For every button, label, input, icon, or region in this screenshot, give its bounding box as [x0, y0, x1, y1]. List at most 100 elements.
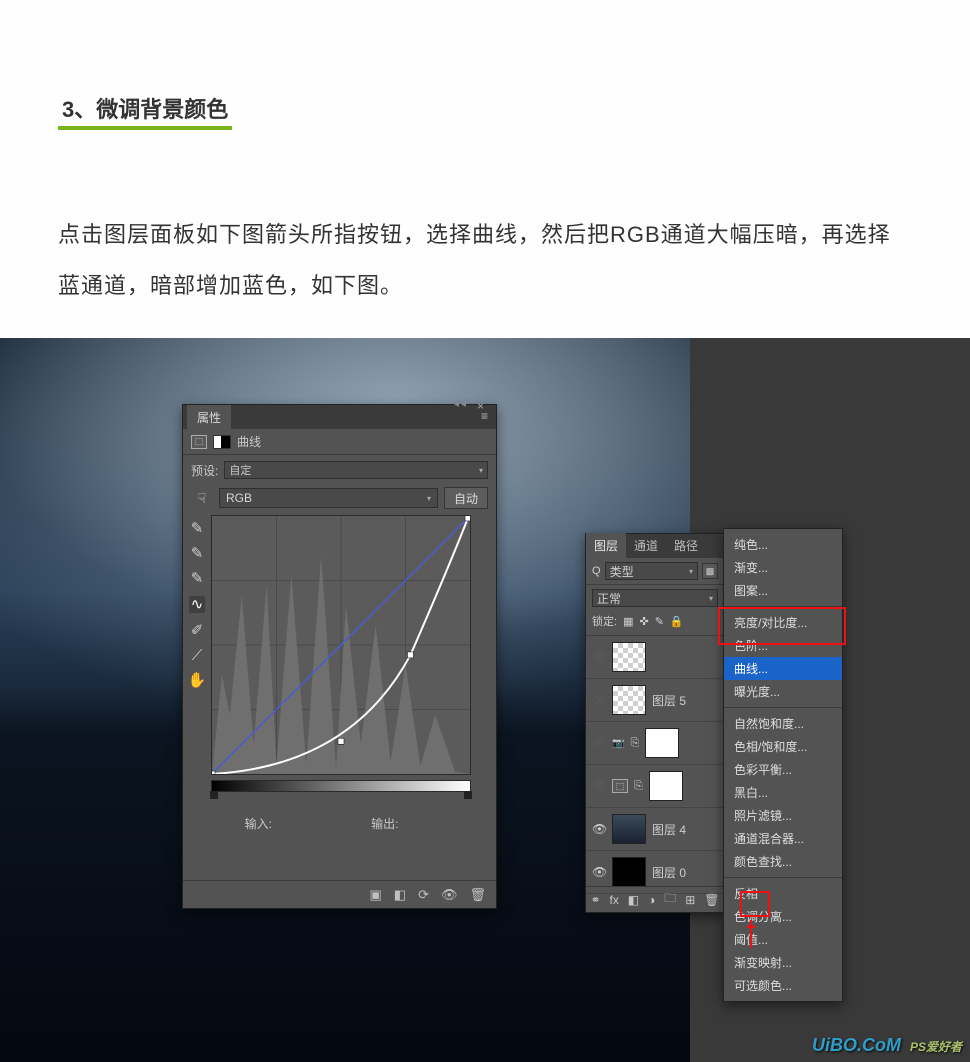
channel-select[interactable]: RGB ▾ — [219, 488, 438, 508]
menu-item[interactable]: 色阶... — [724, 634, 842, 657]
tab-paths[interactable]: 路径 — [666, 533, 706, 558]
adjustment-layer-menu: 纯色... 渐变... 图案... 亮度/对比度... 色阶... 曲线... … — [723, 528, 843, 1002]
layer-row[interactable]: 👁 — [586, 636, 724, 679]
curve-point-tool-icon[interactable]: ∿ — [189, 596, 206, 613]
watermark-sub: PS爱好者 — [910, 1040, 962, 1054]
auto-button[interactable]: 自动 — [444, 487, 488, 509]
visibility-eye-icon[interactable]: 👁 — [592, 736, 606, 750]
menu-item[interactable]: 曝光度... — [724, 680, 842, 703]
fx-icon[interactable]: fx — [609, 893, 618, 907]
filter-pixel-icon[interactable]: ▩ — [702, 563, 718, 579]
add-mask-icon[interactable]: ◧ — [628, 893, 639, 907]
new-adjustment-layer-icon[interactable]: ◑ — [648, 893, 655, 907]
visibility-eye-icon[interactable]: 👁 — [441, 887, 458, 903]
menu-item[interactable]: 色彩平衡... — [724, 758, 842, 781]
tutorial-screenshot: ◂◂ × 属性 ≡ ⬚ 曲线 预设: 自定 ▾ ☟ RGB ▾ 自动 — [0, 338, 970, 1062]
properties-footer: ▣ ◧ ⟳ 👁 🗑 — [183, 880, 496, 908]
targeted-adjust-icon[interactable]: ☟ — [191, 488, 213, 508]
menu-item[interactable]: 渐变... — [724, 556, 842, 579]
clip-to-layer-icon[interactable]: ▣ — [369, 887, 381, 903]
layer-row[interactable]: 👁 📷 ⎘ — [586, 722, 724, 765]
mask-thumb — [649, 771, 683, 801]
menu-item[interactable]: 色相/饱和度... — [724, 735, 842, 758]
menu-item[interactable]: 图案... — [724, 579, 842, 602]
menu-item[interactable]: 黑白... — [724, 781, 842, 804]
channel-value: RGB — [226, 491, 252, 505]
output-label: 输出: — [371, 817, 398, 831]
link-icon: ⎘ — [634, 780, 643, 793]
eyedropper-gray-icon[interactable]: ✎ — [191, 546, 204, 561]
layers-footer: ⚭ fx ◧ ◑ 🗀 ⊞ 🗑 — [586, 886, 724, 912]
tab-channels[interactable]: 通道 — [626, 533, 666, 558]
menu-item[interactable]: 色调分离... — [724, 905, 842, 928]
adjustment-type-row: ⬚ 曲线 — [183, 429, 496, 455]
lock-brush-icon[interactable]: ✎ — [655, 615, 664, 628]
trash-icon[interactable]: 🗑 — [704, 893, 719, 907]
lock-label: 锁定: — [592, 613, 617, 629]
trash-icon[interactable]: 🗑 — [469, 887, 486, 903]
lock-all-icon[interactable]: 🔒 — [670, 615, 684, 628]
blend-mode-select[interactable]: 正常 ▾ — [592, 589, 718, 607]
curves-tool-column: ✎ ✎ ✎ ∿ ✐ ⟋ ✋ — [183, 515, 211, 805]
menu-item[interactable]: 纯色... — [724, 533, 842, 556]
layer-filter-select[interactable]: 类型 ▾ — [605, 562, 698, 580]
mask-thumb-icon[interactable] — [213, 435, 231, 449]
watermark: UiBO.CoM PS爱好者 — [812, 1035, 962, 1056]
link-icon: ⎘ — [630, 737, 639, 750]
menu-item[interactable]: 亮度/对比度... — [724, 611, 842, 634]
layer-row[interactable]: 👁 图层 5 — [586, 679, 724, 722]
new-group-icon[interactable]: 🗀 — [664, 889, 676, 910]
menu-item[interactable]: 自然饱和度... — [724, 712, 842, 735]
panel-grip-icon[interactable]: ◂◂ — [454, 399, 468, 410]
menu-item[interactable]: 可选颜色... — [724, 974, 842, 997]
levels-adj-icon: ⬚ — [612, 779, 628, 793]
hand-tool-icon[interactable]: ✋ — [188, 673, 207, 688]
step-body-text: 点击图层面板如下图箭头所指按钮，选择曲线，然后把RGB通道大幅压暗，再选择蓝通道… — [58, 210, 912, 311]
reset-icon[interactable]: ⟳ — [418, 887, 429, 903]
lock-pixels-icon[interactable]: ▦ — [623, 615, 633, 628]
properties-panel: ◂◂ × 属性 ≡ ⬚ 曲线 预设: 自定 ▾ ☟ RGB ▾ 自动 — [182, 404, 497, 909]
lock-position-icon[interactable]: ✜ — [639, 615, 648, 628]
menu-item[interactable]: 阈值... — [724, 928, 842, 951]
input-gradient-strip[interactable] — [211, 780, 471, 792]
layer-row[interactable]: 👁 ⬚ ⎘ — [586, 765, 724, 808]
white-point-slider[interactable] — [464, 791, 472, 799]
menu-item[interactable]: 照片滤镜... — [724, 804, 842, 827]
menu-item[interactable]: 渐变映射... — [724, 951, 842, 974]
visibility-eye-icon[interactable]: 👁 — [592, 822, 606, 836]
curves-adjustment-icon: ⬚ — [191, 435, 207, 449]
preset-value: 自定 — [229, 462, 251, 478]
new-layer-icon[interactable]: ⊞ — [685, 893, 695, 907]
tab-layers[interactable]: 图层 — [586, 533, 626, 558]
layer-name: 图层 0 — [652, 864, 686, 881]
pencil-tool-icon[interactable]: ✐ — [191, 623, 204, 638]
panel-tabbar: ◂◂ × 属性 ≡ — [183, 405, 496, 429]
layers-panel: 图层 通道 路径 Q 类型 ▾ ▩ 正常 ▾ 锁定: ▦ ✜ ✎ 🔒 — [585, 533, 725, 913]
tab-properties[interactable]: 属性 — [187, 405, 231, 430]
black-point-slider[interactable] — [210, 791, 218, 799]
toggle-visibility-icon[interactable]: ◧ — [394, 887, 406, 903]
adjustment-name: 曲线 — [237, 433, 261, 450]
preset-select[interactable]: 自定 ▾ — [224, 461, 488, 479]
filter-type-label: 类型 — [610, 563, 634, 580]
menu-item[interactable]: 颜色查找... — [724, 850, 842, 873]
eyedropper-black-icon[interactable]: ✎ — [191, 521, 204, 536]
curves-graph[interactable] — [211, 515, 471, 775]
visibility-eye-icon[interactable]: 👁 — [592, 693, 606, 707]
menu-item[interactable]: 通道混合器... — [724, 827, 842, 850]
visibility-eye-icon[interactable]: 👁 — [592, 650, 606, 664]
link-layers-icon[interactable]: ⚭ — [590, 893, 600, 907]
smooth-tool-icon[interactable]: ⟋ — [192, 648, 203, 663]
visibility-eye-icon[interactable]: 👁 — [592, 779, 606, 793]
menu-item-curves[interactable]: 曲线... — [724, 657, 842, 680]
layer-thumb — [612, 642, 646, 672]
preset-label: 预设: — [191, 462, 218, 479]
blend-mode-value: 正常 — [597, 590, 621, 607]
visibility-eye-icon[interactable]: 👁 — [592, 865, 606, 879]
eyedropper-white-icon[interactable]: ✎ — [191, 571, 204, 586]
panel-menu-icon[interactable]: ≡ — [481, 409, 488, 423]
layer-name: 图层 4 — [652, 821, 686, 838]
input-label: 输入: — [245, 817, 272, 831]
layer-row[interactable]: 👁 图层 4 — [586, 808, 724, 851]
menu-item[interactable]: 反相 — [724, 882, 842, 905]
